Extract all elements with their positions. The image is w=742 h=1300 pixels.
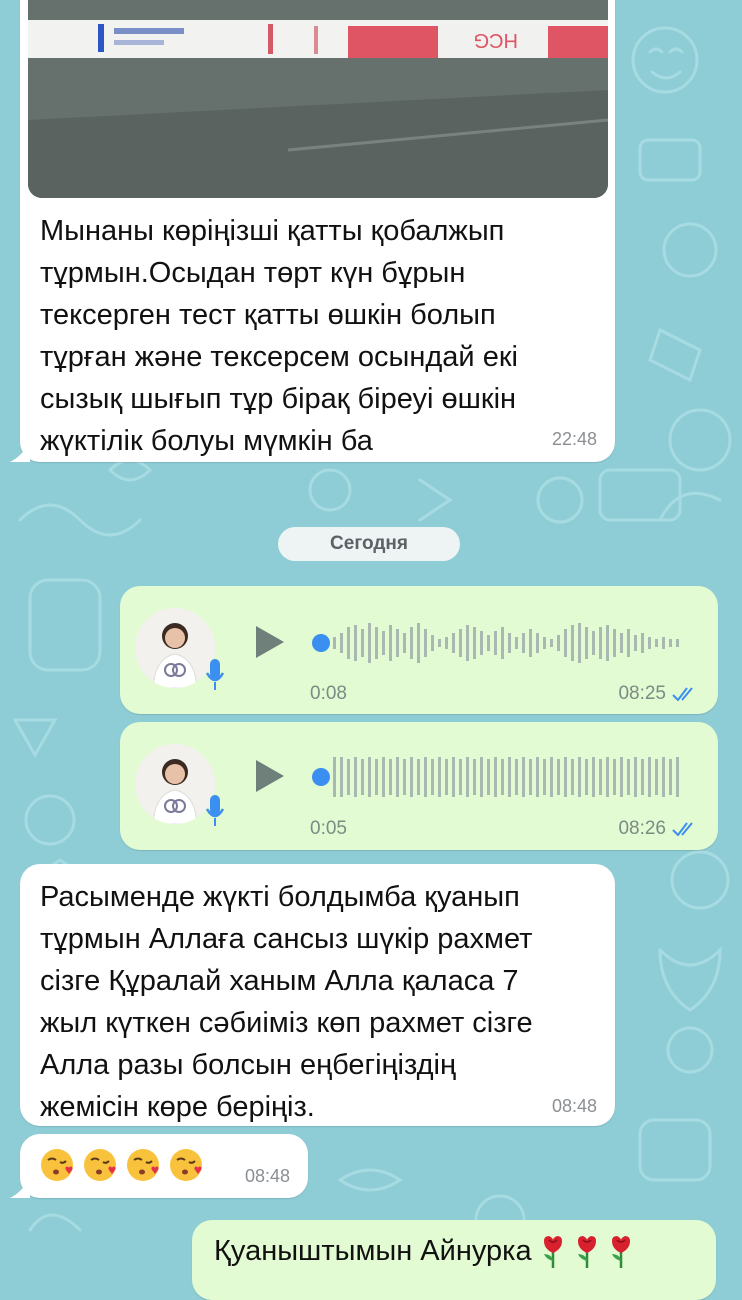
rose-icon: [543, 1236, 562, 1269]
kiss-emoji-icon: [41, 1149, 73, 1181]
read-ticks-icon: [672, 687, 693, 701]
message-time: 08:48: [551, 1096, 597, 1116]
voice-message-bubble[interactable]: 0:05 08:26: [120, 722, 718, 850]
voice-message-bubble[interactable]: 0:08 08:25: [120, 586, 718, 714]
outgoing-message-text: Қуаныштымын Айнурка: [214, 1235, 532, 1267]
outgoing-message-bubble[interactable]: Қуаныштымын Айнурка: [192, 1220, 716, 1300]
rose-icon: [611, 1236, 630, 1269]
incoming-message-text: Мынаны көріңізші қатты қобалжып тұрмын.О…: [40, 215, 518, 457]
incoming-message-bubble[interactable]: Расыменде жүкті болдымба қуанып тұрмын А…: [20, 864, 615, 1126]
voice-duration: 0:08: [310, 683, 347, 704]
kiss-emoji-icon: [127, 1149, 159, 1181]
bubble-tail: [10, 442, 30, 462]
playback-progress-dot[interactable]: [312, 634, 330, 652]
play-button[interactable]: [256, 760, 284, 792]
message-time: 08:48: [244, 1166, 290, 1186]
microphone-icon: [205, 659, 225, 690]
voice-waveform[interactable]: [333, 621, 688, 665]
voice-waveform[interactable]: [333, 755, 688, 799]
message-time: 22:48: [551, 429, 597, 449]
emoji-row: [40, 1148, 212, 1182]
voice-time: 08:25: [618, 683, 666, 704]
incoming-emoji-bubble[interactable]: 08:48: [20, 1134, 308, 1198]
kiss-emoji-icon: [84, 1149, 116, 1181]
incoming-message-bubble[interactable]: HCG Мынаны көріңізші қатты қобалжып тұрм…: [20, 0, 615, 462]
sender-avatar: [135, 744, 215, 824]
playback-progress-dot[interactable]: [312, 768, 330, 786]
date-separator: Сегодня: [278, 527, 460, 561]
pregnancy-test-photo[interactable]: HCG: [28, 0, 608, 198]
sender-avatar: [135, 608, 215, 688]
voice-time: 08:26: [618, 818, 666, 839]
voice-duration: 0:05: [310, 818, 347, 839]
kiss-emoji-icon: [170, 1149, 202, 1181]
pregnancy-test-strip-image: HCG: [28, 0, 608, 198]
microphone-icon: [205, 795, 225, 826]
play-button[interactable]: [256, 626, 284, 658]
bubble-tail: [10, 1178, 30, 1198]
read-ticks-icon: [672, 822, 693, 836]
rose-icon: [577, 1236, 596, 1269]
photo-hcg-label: HCG: [474, 29, 518, 51]
incoming-message-text: Расыменде жүкті болдымба қуанып тұрмын А…: [40, 881, 533, 1123]
outgoing-message-row: Қуаныштымын Айнурка: [214, 1230, 634, 1272]
